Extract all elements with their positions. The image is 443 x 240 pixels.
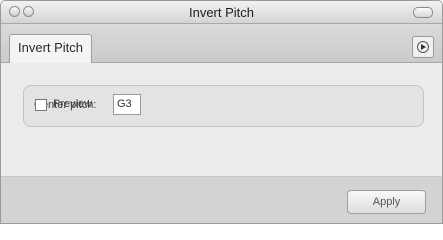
apply-button[interactable]: Apply [347,190,426,214]
invert-pitch-window: Invert Pitch Invert Pitch Center pitch: … [0,0,443,224]
preview-checkbox[interactable] [35,99,47,111]
settings-panel: Center pitch: G3 [1,63,442,176]
tab-extra-button[interactable] [412,36,434,58]
toolbar-toggle-button[interactable] [413,7,433,18]
window-title: Invert Pitch [188,5,255,20]
tab-strip: Invert Pitch [1,24,442,63]
preview-label: Preview [53,98,93,110]
title-bar: Invert Pitch [1,1,442,24]
play-circle-icon [417,41,429,53]
tab-invert-pitch[interactable]: Invert Pitch [9,34,93,63]
center-pitch-input[interactable]: G3 [113,94,141,115]
footer-bar: Apply [1,176,442,223]
